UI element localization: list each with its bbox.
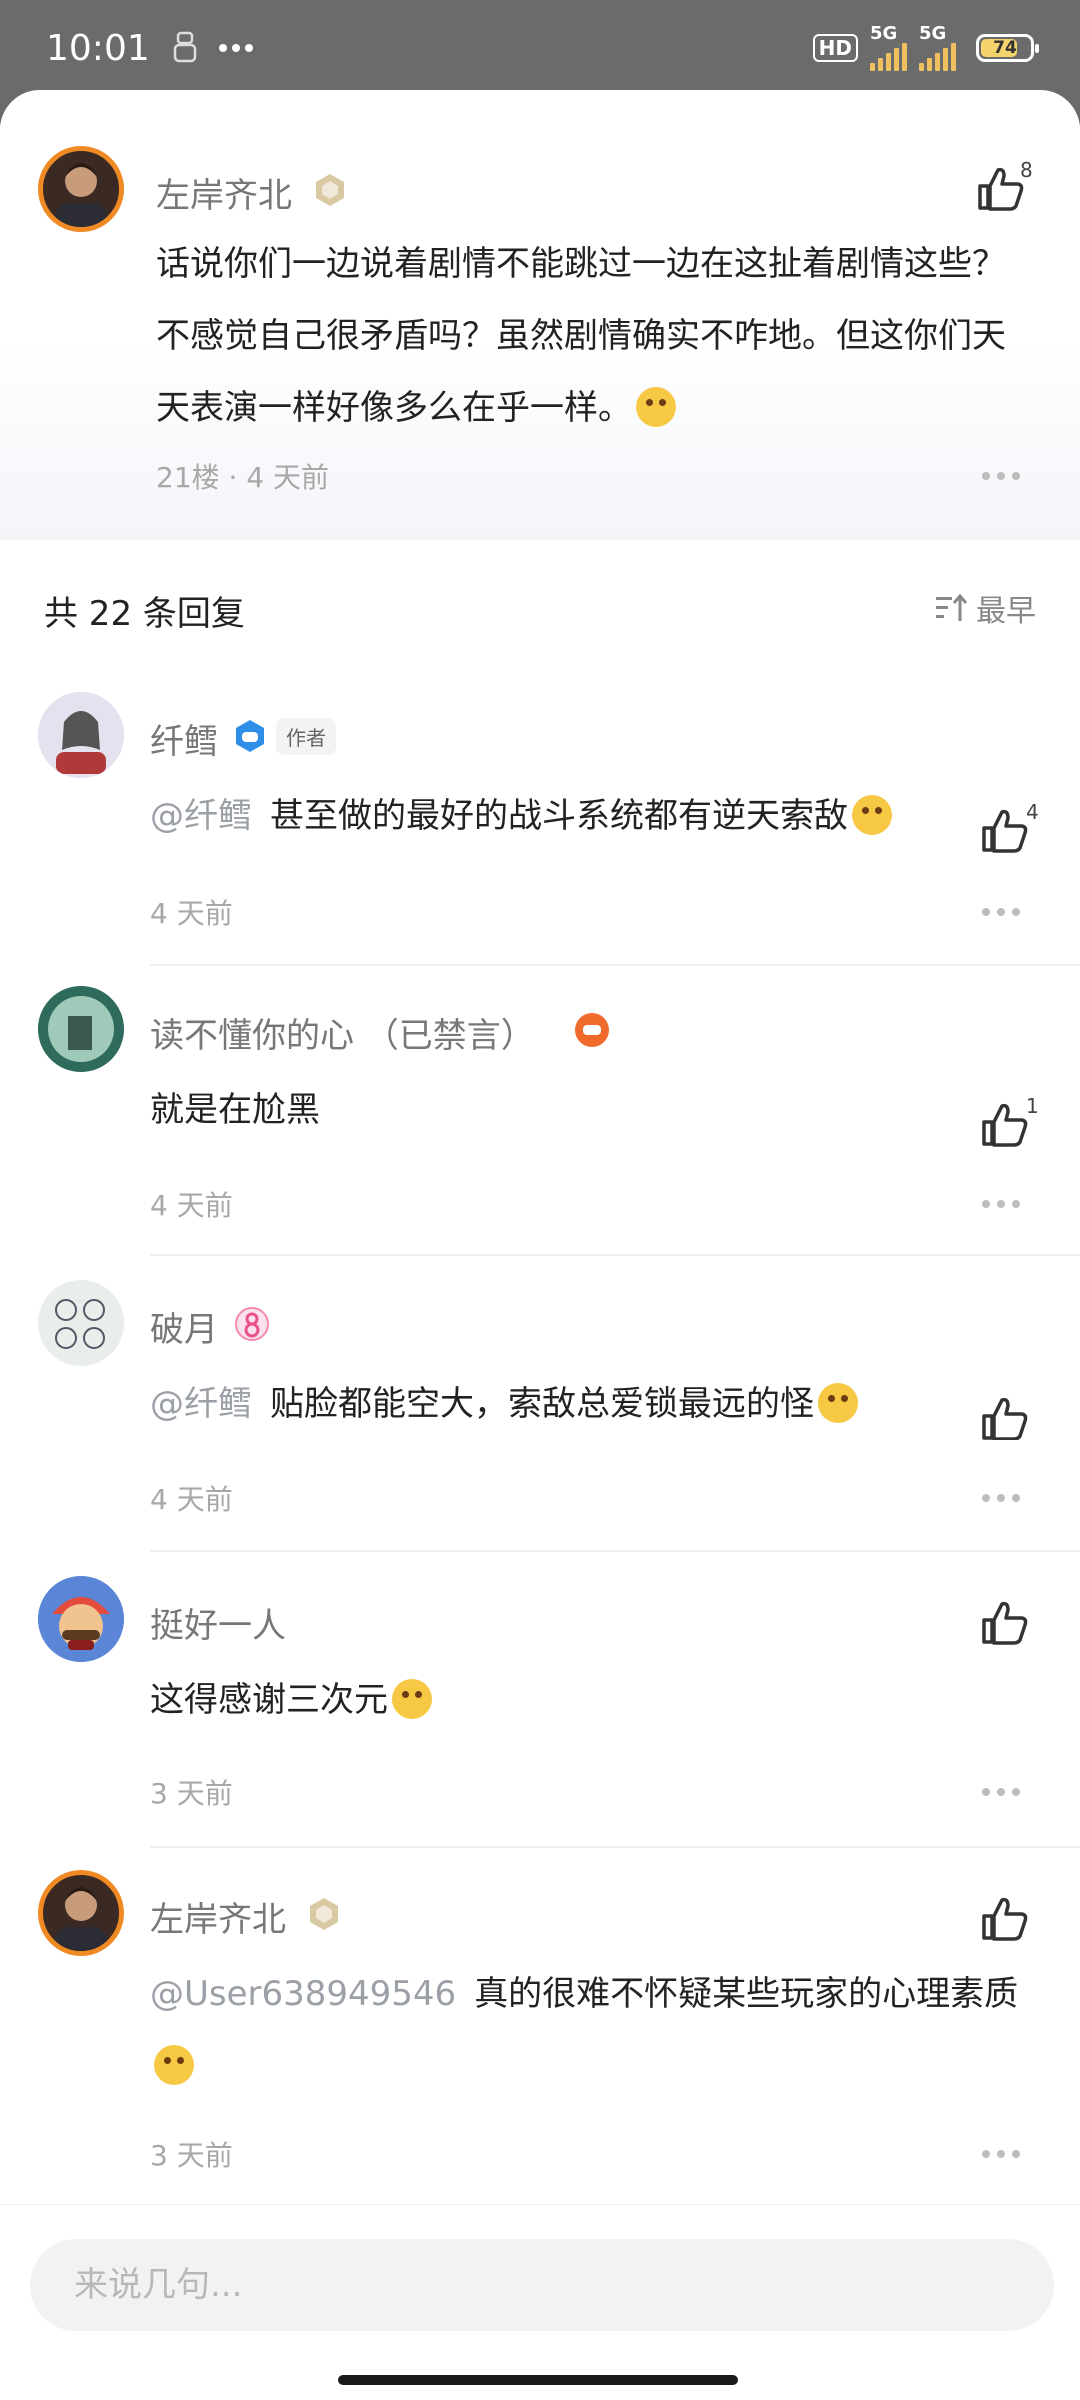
- emoji-icon: [818, 1383, 858, 1423]
- level-badge-icon: [316, 174, 344, 206]
- emoji-icon: [154, 2045, 194, 2085]
- more-options-icon[interactable]: [982, 1788, 1022, 1798]
- more-options-icon[interactable]: [982, 472, 1022, 482]
- username[interactable]: 破月: [150, 1302, 218, 1351]
- reply-time: 3 天前: [150, 2139, 233, 2172]
- comment-text: 话说你们一边说着剧情不能跳过一边在这扯着剧情这些？不感觉自己很矛盾吗？虽然剧情确…: [156, 244, 1006, 428]
- more-options-icon[interactable]: [982, 1200, 1022, 1210]
- reply-time: 3 天前: [150, 1777, 233, 1810]
- mention-link[interactable]: @User638949546: [150, 1974, 456, 2014]
- battery-level: 74: [993, 38, 1017, 58]
- signal-bars-icon: [870, 43, 907, 71]
- like-count: 8: [1020, 158, 1033, 182]
- banned-badge-icon: [575, 1013, 609, 1047]
- emoji-icon: [852, 795, 892, 835]
- reply-text: 这得感谢三次元: [150, 1664, 1000, 1736]
- username[interactable]: 左岸齐北: [150, 1892, 286, 1941]
- avatar[interactable]: [38, 1280, 124, 1366]
- signal-1: 5G: [870, 25, 907, 71]
- sort-button[interactable]: 最早: [936, 586, 1036, 630]
- emoji-icon: [392, 1679, 432, 1719]
- comment-list-lower: 4 天前 挺好一人 这得感谢三次元 3 天前 左岸齐北 @User6389495…: [0, 1440, 1080, 2400]
- username[interactable]: 左岸齐北: [156, 168, 292, 217]
- level-badge-icon: [310, 1898, 338, 1930]
- like-count: 4: [1026, 800, 1039, 824]
- reply-text: @User638949546 真的很难不怀疑某些玩家的心理素质: [150, 1958, 1030, 2102]
- game-badge-icon: [236, 720, 264, 752]
- reply-text: @纤鳕 贴脸都能空大，索敌总爱锁最远的怪: [150, 1368, 1000, 1440]
- hd-voice-icon: HD: [812, 34, 858, 62]
- more-options-icon[interactable]: [982, 1494, 1022, 1504]
- reply-time: 4 天前: [150, 1483, 233, 1516]
- reply-time: 4 天前: [150, 1189, 233, 1222]
- like-count: 1: [1026, 1094, 1039, 1118]
- avatar[interactable]: [38, 1870, 124, 1956]
- avatar[interactable]: [38, 692, 124, 778]
- comment-input[interactable]: 来说几句...: [30, 2239, 1054, 2331]
- avatar[interactable]: [38, 986, 124, 1072]
- more-options-icon[interactable]: [982, 2150, 1022, 2160]
- reply-text: @纤鳕 甚至做的最好的战斗系统都有逆天索敌: [150, 780, 1000, 852]
- battery-icon: 74: [976, 34, 1039, 62]
- replies-count-title: 共 22 条回复: [44, 594, 245, 634]
- more-options-icon[interactable]: [982, 908, 1022, 918]
- home-indicator: [338, 2375, 738, 2385]
- divider: [150, 1550, 1080, 1552]
- status-bar: 10:01 HD 5G 5G 74: [0, 0, 1080, 96]
- divider: [150, 1254, 1080, 1256]
- reply-time: 4 天前: [150, 897, 233, 930]
- divider: [150, 964, 1080, 966]
- main-comment: 左岸齐北 8 话说你们一边说着剧情不能跳过一边在这扯着剧情这些？不感觉自己很矛盾…: [0, 90, 1080, 540]
- status-time: 10:01: [46, 27, 150, 69]
- sort-label: 最早: [976, 594, 1036, 629]
- username[interactable]: 挺好一人: [150, 1598, 286, 1647]
- username[interactable]: 读不懂你的心 （已禁言）: [150, 1008, 535, 1057]
- comment-meta: 21楼 · 4 天前: [156, 461, 330, 494]
- mention-link[interactable]: @纤鳕: [150, 796, 252, 836]
- like-icon[interactable]: [980, 1600, 1030, 1646]
- emoji-icon: [636, 387, 676, 427]
- reply-text: 就是在尬黑: [150, 1090, 320, 1130]
- author-tag: 作者: [276, 718, 336, 755]
- like-icon[interactable]: [980, 1896, 1030, 1942]
- signal-bars-icon: [919, 43, 956, 71]
- net-type-2: 5G: [919, 23, 947, 44]
- net-type-1: 5G: [870, 23, 898, 44]
- input-bar: 来说几句...: [0, 2204, 1080, 2400]
- notification-app-icon: [173, 31, 196, 63]
- level-badge-icon: [235, 1307, 269, 1341]
- divider: [150, 1846, 1080, 1848]
- like-icon[interactable]: [976, 166, 1026, 212]
- mention-link[interactable]: @纤鳕: [150, 1384, 252, 1424]
- sort-icon: [936, 593, 968, 621]
- avatar[interactable]: [38, 146, 124, 232]
- signal-2: 5G: [919, 25, 956, 71]
- username[interactable]: 纤鳕: [150, 714, 218, 763]
- more-notifications-icon: [218, 44, 253, 52]
- avatar[interactable]: [38, 1576, 124, 1662]
